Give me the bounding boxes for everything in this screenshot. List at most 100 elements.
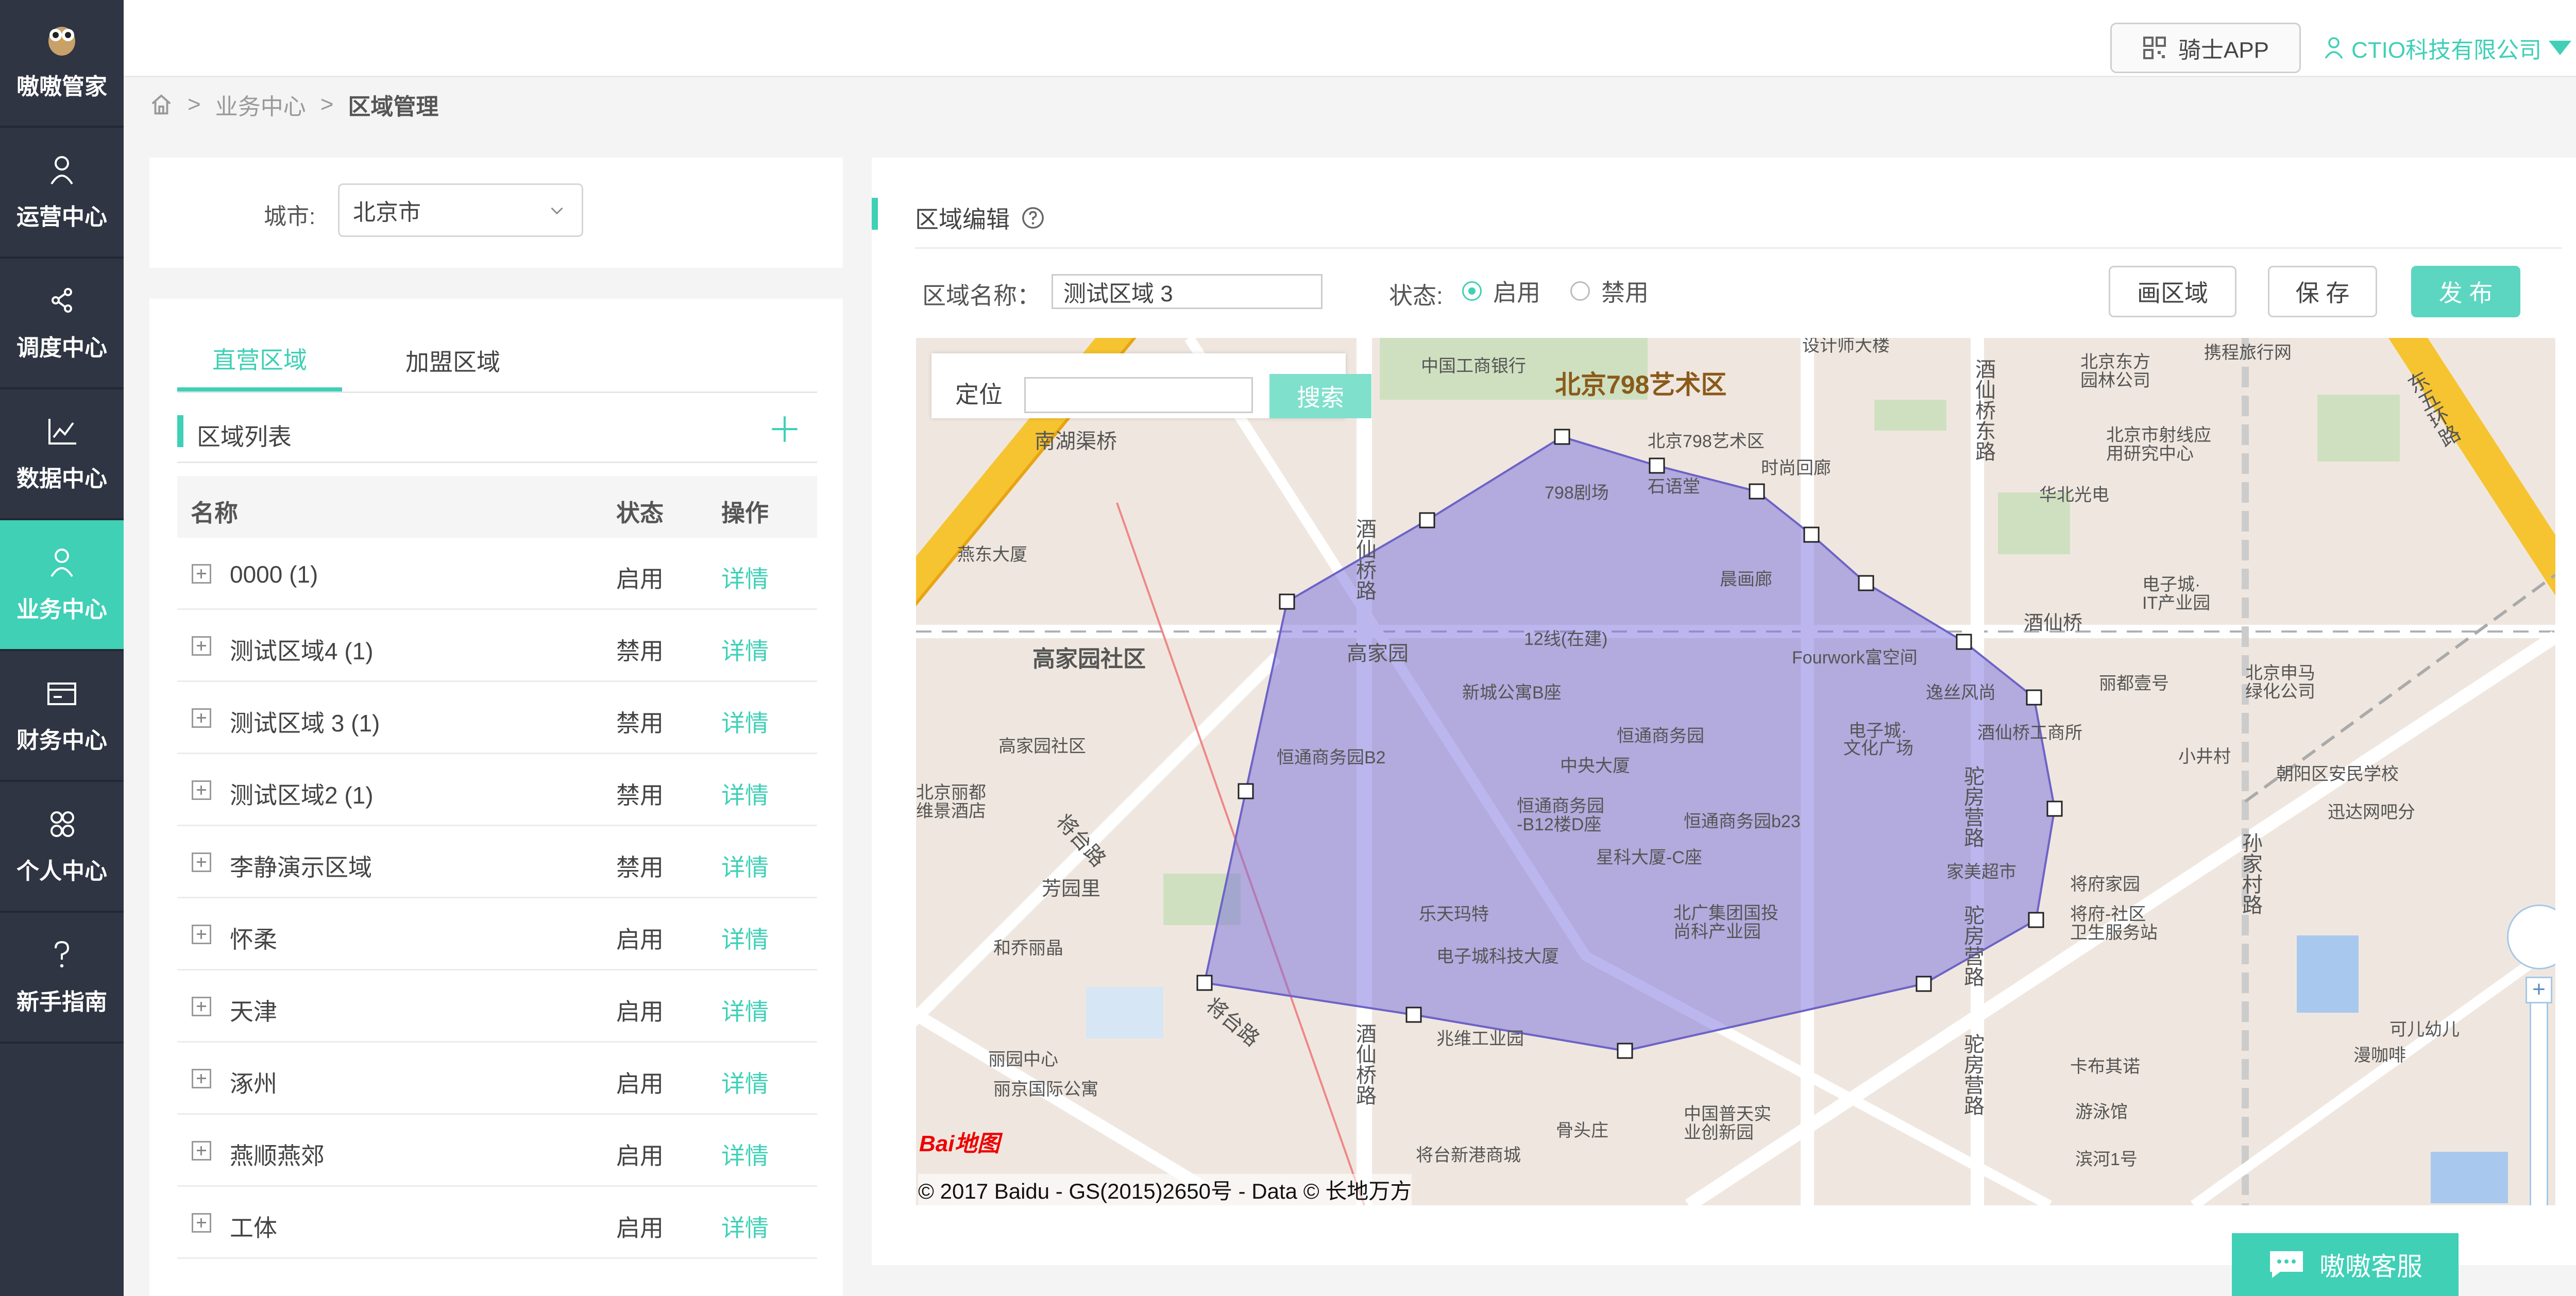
rider-app-label: 骑士APP: [2178, 38, 2269, 63]
area-status: 禁用: [616, 710, 664, 737]
table-row: 测试区域 3 (1) 禁用 详情: [177, 682, 817, 754]
city-select-value: 北京市: [353, 200, 421, 225]
svg-text:中国工商银行: 中国工商银行: [1421, 356, 1526, 376]
svg-text:丽园中心: 丽园中心: [988, 1050, 1058, 1069]
svg-text:孙家村路: 孙家村路: [2239, 832, 2262, 915]
tab-direct-area[interactable]: 直营区域: [177, 330, 342, 391]
svg-text:设计师大楼: 设计师大楼: [1802, 338, 1890, 355]
svg-text:电子城科技大厦: 电子城科技大厦: [1436, 947, 1559, 966]
add-area-icon[interactable]: [768, 412, 802, 446]
svg-text:新城公寓B座: 新城公寓B座: [1462, 683, 1562, 703]
expand-icon[interactable]: [192, 780, 211, 800]
breadcrumb-item[interactable]: 业务中心: [215, 88, 306, 121]
divider: [915, 247, 2562, 249]
area-name: 怀柔: [230, 926, 277, 953]
detail-link[interactable]: 详情: [721, 1065, 769, 1099]
column-header-name: 名称: [191, 500, 238, 526]
svg-text:兆维工业园: 兆维工业园: [1436, 1029, 1524, 1049]
area-name: 测试区域4 (1): [230, 638, 374, 664]
detail-link[interactable]: 详情: [721, 1137, 769, 1171]
sidebar-item-data[interactable]: 数据中心: [0, 389, 124, 520]
breadcrumb-separator: >: [188, 92, 201, 117]
column-header-status: 状态: [616, 500, 664, 526]
draw-area-button[interactable]: 画区域: [2109, 266, 2236, 317]
rider-app-button[interactable]: 骑士APP: [2110, 23, 2301, 73]
area-status: 启用: [616, 998, 664, 1025]
map-zoom-control: + −: [2507, 905, 2555, 1205]
svg-text:家美超市: 家美超市: [1946, 862, 2016, 882]
sidebar-item-operations[interactable]: 运营中心: [0, 128, 124, 259]
expand-icon[interactable]: [192, 852, 211, 872]
svg-text:酒仙桥路: 酒仙桥路: [1353, 518, 1376, 601]
share-nodes-icon: [52, 288, 72, 313]
svg-text:北京东方: 北京东方: [2080, 352, 2150, 372]
sidebar-item-dispatch[interactable]: 调度中心: [0, 259, 124, 389]
svg-text:用研究中心: 用研究中心: [2106, 444, 2194, 464]
publish-button[interactable]: 发 布: [2411, 266, 2520, 317]
map-pan-control[interactable]: [2507, 905, 2555, 969]
sidebar-item-guide[interactable]: 新手指南: [0, 913, 124, 1044]
expand-icon[interactable]: [192, 636, 211, 656]
svg-text:驼房营路: 驼房营路: [1961, 765, 1984, 848]
expand-icon[interactable]: [192, 1141, 211, 1161]
detail-link[interactable]: 详情: [721, 849, 769, 883]
area-table: 名称 状态 操作 0000 (1) 启用 详情 测试区域4 (1) 禁用 详情 测试区域…: [177, 476, 817, 1259]
svg-text:798剧场: 798剧场: [1545, 483, 1609, 503]
svg-text:北京丽都: 北京丽都: [916, 783, 986, 803]
area-status: 启用: [616, 926, 664, 953]
locate-input[interactable]: [1024, 377, 1253, 413]
zoom-in-icon[interactable]: +: [2526, 977, 2552, 1003]
table-row: 0000 (1) 启用 详情: [177, 538, 817, 610]
svg-text:漫咖啡: 漫咖啡: [2353, 1046, 2406, 1065]
expand-icon[interactable]: [192, 1069, 211, 1088]
map-search-button[interactable]: 搜索: [1269, 374, 1371, 418]
city-select[interactable]: 北京市: [338, 183, 583, 237]
locate-label: 定位: [955, 381, 1003, 408]
customer-service-button[interactable]: 嗷嗷客服: [2232, 1233, 2459, 1296]
detail-link[interactable]: 详情: [721, 993, 769, 1027]
sidebar-logo[interactable]: 嗷嗷管家: [0, 0, 124, 128]
zoom-slider[interactable]: [2530, 992, 2548, 1205]
area-list-title: 区域列表: [197, 423, 292, 450]
company-menu[interactable]: CTIO科技有限公司: [2324, 23, 2572, 73]
table-row: 涿州 启用 详情: [177, 1043, 817, 1115]
question-icon: [55, 941, 70, 968]
map-copyright: © 2017 Baidu - GS(2015)2650号 - Data © 长地…: [918, 1174, 1412, 1205]
chat-icon: [2270, 1251, 2303, 1278]
expand-icon[interactable]: [192, 925, 211, 944]
detail-link[interactable]: 详情: [721, 560, 769, 594]
svg-text:中央大厦: 中央大厦: [1560, 756, 1630, 776]
help-icon[interactable]: [1021, 206, 1045, 230]
svg-text:恒通商务园b23: 恒通商务园b23: [1684, 812, 1801, 831]
tab-franchise-area[interactable]: 加盟区域: [383, 330, 522, 391]
expand-icon[interactable]: [192, 564, 211, 584]
svg-text:卫生服务站: 卫生服务站: [2070, 923, 2158, 943]
svg-text:北京798艺术区: 北京798艺术区: [1648, 432, 1765, 451]
svg-text:酒仙桥: 酒仙桥: [2024, 612, 2082, 634]
status-enabled-radio[interactable]: 启用: [1462, 274, 1540, 308]
expand-icon[interactable]: [192, 997, 211, 1016]
expand-icon[interactable]: [192, 1213, 211, 1233]
map-canvas[interactable]: 北京798艺术区 中国工商银行 设计师大楼 北京798艺术区 798剧场 石语堂…: [916, 338, 2555, 1205]
detail-link[interactable]: 详情: [721, 921, 769, 955]
area-name: 工体: [230, 1215, 277, 1241]
detail-link[interactable]: 详情: [721, 1209, 769, 1243]
detail-link[interactable]: 详情: [721, 633, 769, 667]
expand-icon[interactable]: [192, 708, 211, 728]
sidebar-item-finance[interactable]: 财务中心: [0, 651, 124, 782]
area-status: 启用: [616, 1215, 664, 1241]
home-icon[interactable]: [149, 93, 173, 116]
company-name: CTIO科技有限公司: [2351, 38, 2542, 63]
status-disabled-radio[interactable]: 禁用: [1570, 274, 1649, 308]
sidebar-item-personal[interactable]: 个人中心: [0, 782, 124, 913]
svg-text:可儿幼儿: 可儿幼儿: [2389, 1020, 2460, 1039]
detail-link[interactable]: 详情: [721, 777, 769, 811]
area-name-input[interactable]: [1052, 274, 1323, 309]
sidebar-item-business[interactable]: 业务中心: [0, 520, 124, 651]
detail-link[interactable]: 详情: [721, 705, 769, 739]
svg-text:丽京国际公寓: 丽京国际公寓: [993, 1080, 1098, 1099]
breadcrumb: > 业务中心 > 区域管理: [149, 87, 438, 123]
line-chart-icon: [48, 419, 76, 445]
city-label: 城市:: [264, 204, 316, 229]
save-button[interactable]: 保 存: [2268, 266, 2377, 317]
